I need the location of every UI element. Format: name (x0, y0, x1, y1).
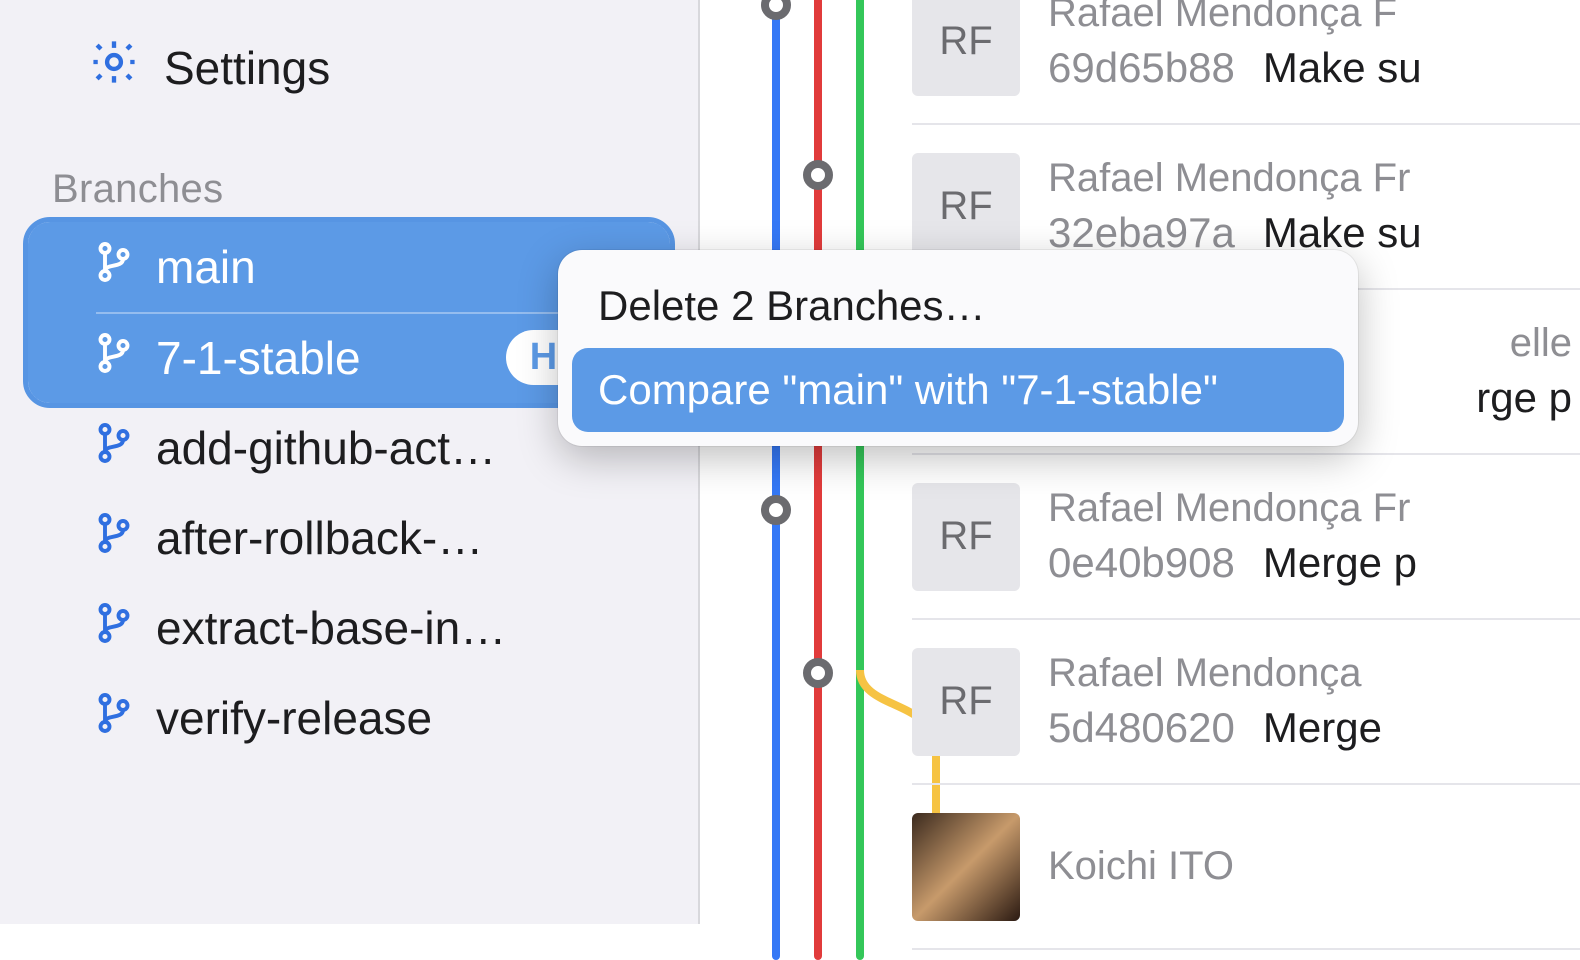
branch-list-rest: add-github-act… after-rollback-… extract… (28, 403, 670, 763)
commit-hash: 0e40b908 (1048, 539, 1235, 587)
commit-list-panel: RF Rafael Mendonça F 69d65b88 Make su RF… (702, 0, 1580, 924)
commit-author: Rafael Mendonça (1048, 651, 1382, 696)
commit-message: Merge p (1263, 539, 1417, 587)
branches-header: Branches (0, 99, 698, 222)
avatar: RF (912, 483, 1020, 591)
commit-author: elle (1510, 321, 1572, 366)
commit-node[interactable] (803, 658, 833, 688)
branch-icon (96, 691, 132, 745)
branch-icon (96, 421, 132, 475)
commit-list: RF Rafael Mendonça F 69d65b88 Make su RF… (912, 0, 1580, 950)
settings-label: Settings (164, 41, 330, 95)
commit-row[interactable]: RF Rafael Mendonça F 69d65b88 Make su (912, 0, 1580, 125)
avatar: RF (912, 153, 1020, 261)
branch-name: 7-1-stable (156, 331, 482, 385)
commit-message: rge p (1476, 374, 1572, 422)
branch-name: verify-release (156, 691, 640, 745)
commit-node[interactable] (803, 160, 833, 190)
commit-row[interactable]: Koichi ITO (912, 785, 1580, 950)
branch-icon (96, 240, 132, 294)
branch-item[interactable]: extract-base-in… (28, 583, 670, 673)
commit-node[interactable] (761, 0, 791, 20)
graph-line-red (814, 0, 822, 960)
commit-row[interactable]: RF Rafael Mendonça Fr 0e40b908 Merge p (912, 455, 1580, 620)
commit-text: Rafael Mendonça Fr 0e40b908 Merge p (1048, 486, 1417, 587)
commit-hash: 69d65b88 (1048, 44, 1235, 92)
graph-line-blue (772, 0, 780, 960)
branch-item[interactable]: after-rollback-… (28, 493, 670, 583)
avatar: RF (912, 648, 1020, 756)
commit-text: Koichi ITO (1048, 844, 1234, 889)
branch-context-menu: Delete 2 Branches… Compare "main" with "… (558, 250, 1358, 446)
gear-icon (88, 36, 140, 99)
branch-icon (96, 601, 132, 655)
commit-message: Make su (1263, 44, 1422, 92)
commit-author: Rafael Mendonça F (1048, 0, 1422, 36)
commit-row[interactable]: RF Rafael Mendonça 5d480620 Merge (912, 620, 1580, 785)
branch-icon (96, 511, 132, 565)
commit-text: Rafael Mendonça F 69d65b88 Make su (1048, 0, 1422, 92)
commit-message: Merge (1263, 704, 1382, 752)
avatar (912, 813, 1020, 921)
commit-author: Rafael Mendonça Fr (1048, 156, 1422, 201)
menu-item-compare-branches[interactable]: Compare "main" with "7-1-stable" (572, 348, 1344, 432)
commit-text: Rafael Mendonça Fr 32eba97a Make su (1048, 156, 1422, 257)
branch-item[interactable]: verify-release (28, 673, 670, 763)
sidebar-item-settings[interactable]: Settings (0, 0, 698, 99)
commit-hash: 5d480620 (1048, 704, 1235, 752)
avatar: RF (912, 0, 1020, 96)
commit-text: Rafael Mendonça 5d480620 Merge (1048, 651, 1382, 752)
commit-node[interactable] (761, 495, 791, 525)
branch-icon (96, 331, 132, 385)
commit-author: Rafael Mendonça Fr (1048, 486, 1417, 531)
commit-author: Koichi ITO (1048, 844, 1234, 889)
branch-name: after-rollback-… (156, 511, 640, 565)
menu-item-delete-branches[interactable]: Delete 2 Branches… (572, 264, 1344, 348)
commit-text: elle rge p (1476, 321, 1572, 422)
sidebar: Settings Branches main 7-1-stable HEA (0, 0, 700, 924)
branch-name: extract-base-in… (156, 601, 640, 655)
